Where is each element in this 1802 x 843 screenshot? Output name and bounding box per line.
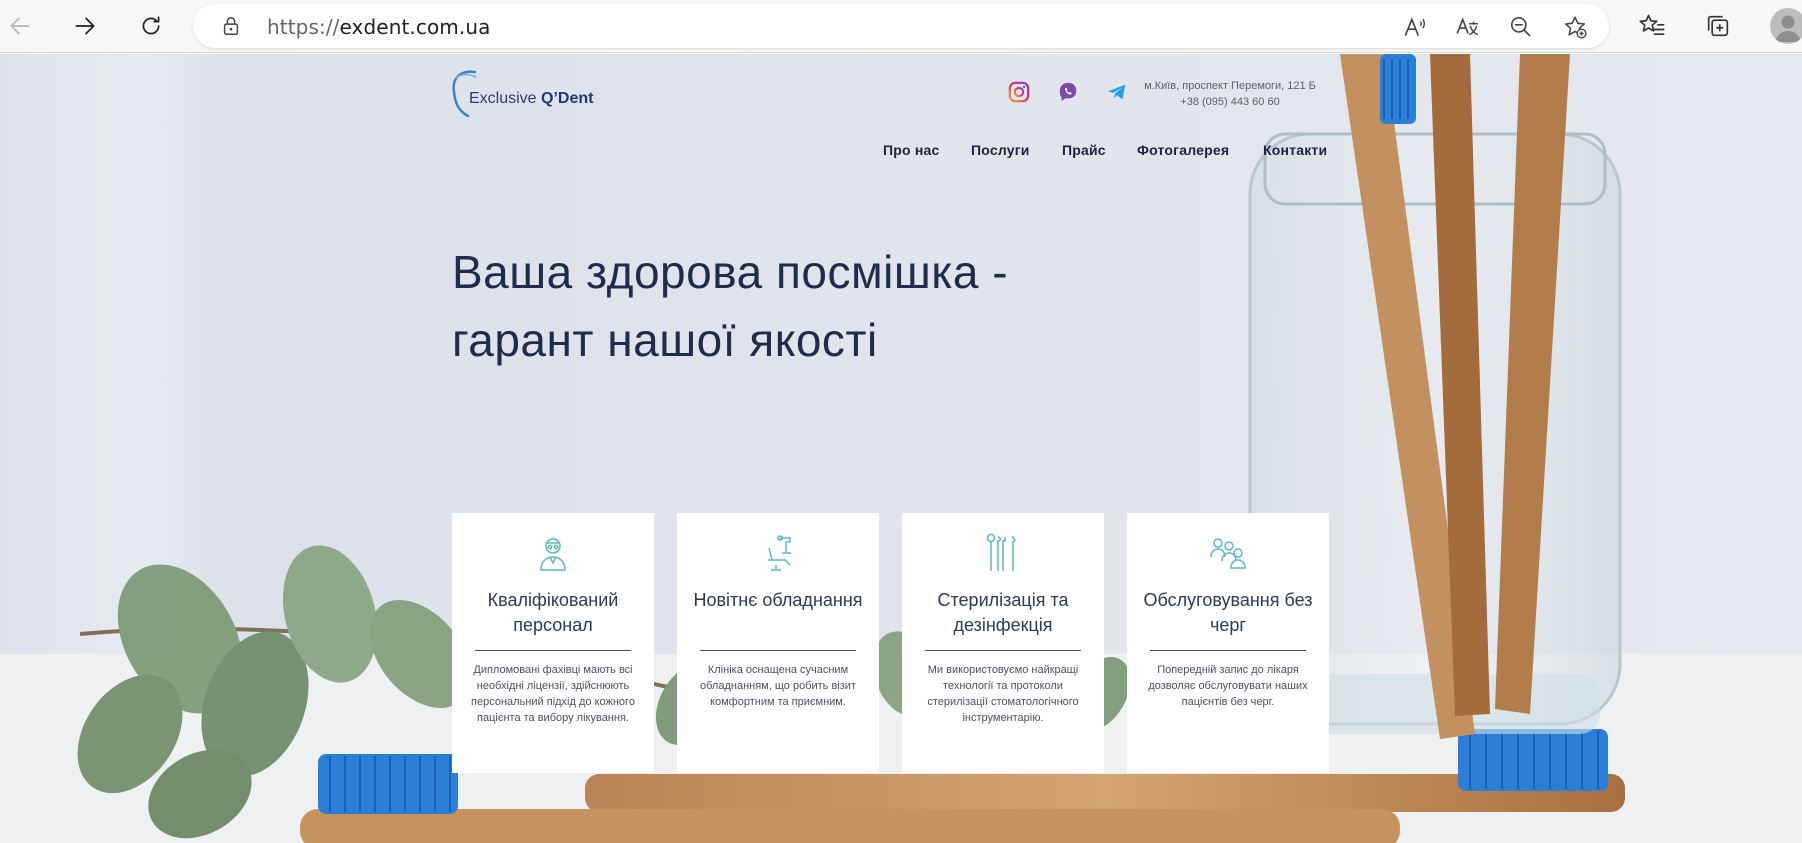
favorites-icon[interactable] xyxy=(1636,10,1668,42)
feature-card-sterilization: Стерилізація та дезінфекція Ми використо… xyxy=(902,513,1104,773)
address-bar[interactable]: https://exdent.com.ua xyxy=(193,4,1609,48)
translate-icon[interactable] xyxy=(1453,13,1481,41)
nav-contacts[interactable]: Контакти xyxy=(1263,142,1327,158)
url-text[interactable]: https://exdent.com.ua xyxy=(267,15,490,39)
nav-price[interactable]: Прайс xyxy=(1062,142,1106,158)
card-divider xyxy=(925,650,1081,651)
feature-card-no-queue: Обслуговування без черг Попередній запис… xyxy=(1127,513,1329,773)
back-icon[interactable] xyxy=(2,8,38,44)
feature-card-equipment: Новітнє обладнання Клініка оснащена суча… xyxy=(677,513,879,773)
feature-card-staff: Кваліфікований персонал Дипломовані фахі… xyxy=(452,513,654,773)
card-text: Клініка оснащена сучасним обладнанням, щ… xyxy=(700,664,856,708)
card-title: Обслуговування без черг xyxy=(1143,590,1313,635)
dental-tools-icon xyxy=(983,533,1023,573)
clinic-address: м.Київ, проспект Перемоги, 121 Б xyxy=(1144,80,1316,92)
card-text: Дипломовані фахівці мають всі необхідні … xyxy=(471,664,635,724)
card-text: Ми використовуємо найкращі технології та… xyxy=(927,664,1079,724)
lock-icon[interactable] xyxy=(220,15,242,37)
hero-section: Exclusive Q’Dent м.Київ, проспект Перемо… xyxy=(0,54,1802,843)
read-aloud-icon[interactable] xyxy=(1400,13,1428,41)
nav-services[interactable]: Послуги xyxy=(971,142,1030,158)
card-title: Стерилізація та дезінфекція xyxy=(937,590,1069,635)
clinic-phone[interactable]: +38 (095) 443 60 60 xyxy=(1130,94,1330,110)
card-divider xyxy=(700,650,856,651)
card-divider xyxy=(475,650,631,651)
logo-text: Exclusive Q’Dent xyxy=(469,90,594,107)
nav-gallery[interactable]: Фотогалерея xyxy=(1137,142,1229,158)
card-text: Попередній запис до лікаря дозволяє обсл… xyxy=(1148,664,1308,708)
nav-about[interactable]: Про нас xyxy=(883,142,939,158)
browser-toolbar: https://exdent.com.ua xyxy=(0,0,1802,53)
telegram-icon[interactable] xyxy=(1106,81,1128,103)
refresh-icon[interactable] xyxy=(133,8,169,44)
add-favorite-icon[interactable] xyxy=(1561,13,1589,41)
zoom-out-icon[interactable] xyxy=(1507,13,1535,41)
hero-background-image xyxy=(0,54,1802,843)
card-title: Новітнє обладнання xyxy=(693,590,863,610)
doctor-icon xyxy=(533,533,573,573)
clinic-logo[interactable]: Exclusive Q’Dent xyxy=(450,68,594,120)
instagram-icon[interactable] xyxy=(1008,81,1030,103)
profile-icon[interactable] xyxy=(1770,8,1802,44)
main-navigation: Про нас Послуги Прайс Фотогалерея Контак… xyxy=(883,142,1331,164)
patients-group-icon xyxy=(1208,533,1248,573)
card-divider xyxy=(1150,650,1306,651)
forward-icon[interactable] xyxy=(67,8,103,44)
dental-chair-icon xyxy=(758,533,798,573)
contact-info: м.Київ, проспект Перемоги, 121 Б +38 (09… xyxy=(1130,78,1330,110)
viber-icon[interactable] xyxy=(1057,81,1079,103)
hero-headline: Ваша здорова посмішка - гарант нашої яко… xyxy=(452,246,1009,366)
card-title: Кваліфікований персонал xyxy=(487,590,619,635)
collections-icon[interactable] xyxy=(1702,10,1734,42)
